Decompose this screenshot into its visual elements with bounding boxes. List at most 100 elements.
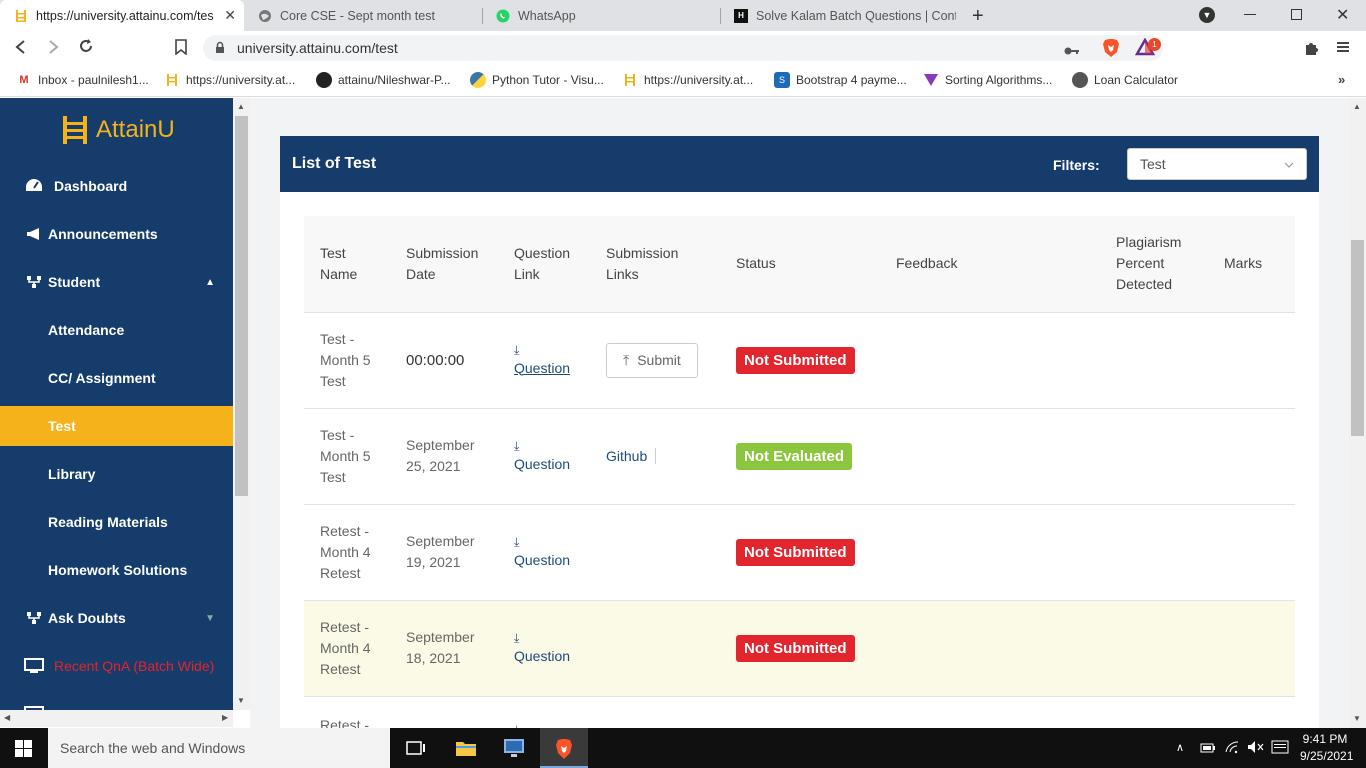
sidebar-item-label: Homework Solutions [48,562,188,578]
cell-status: Not Submitted [720,599,880,696]
volume-muted-icon[interactable] [1247,740,1265,759]
gmail-icon: M [19,74,29,86]
tab-search-icon[interactable]: ▼ [1199,7,1215,23]
scroll-right-icon[interactable]: ▶ [222,713,228,722]
status-badge: Not Submitted [736,634,855,662]
question-link[interactable]: Question [514,454,574,475]
tab-attainu[interactable]: https://university.attainu.com/tes ✕ [0,0,244,31]
forward-icon[interactable] [46,39,60,60]
cell-marks [1208,599,1295,696]
sidebar-item-test[interactable]: Test [0,406,233,446]
sidebar-item-recent-qna[interactable]: Recent QnA (Batch Wide) [0,646,233,686]
scroll-up-icon[interactable]: ▲ [1353,102,1361,111]
sidebar-item-attendance[interactable]: Attendance [0,310,233,350]
wifi-icon[interactable] [1224,740,1240,759]
attainu-logo-icon [60,114,90,151]
remote-desktop-icon[interactable] [502,737,526,764]
monitor-icon [24,656,44,676]
clock-time: 9:41 PM [1302,732,1348,746]
scrollbar-thumb[interactable] [235,116,248,496]
tab-whatsapp[interactable]: WhatsApp [482,0,720,31]
bookmark-attainu-1[interactable]: https://university.at... [164,72,295,88]
sorting-icon [923,72,939,88]
question-link[interactable]: Question [514,550,574,571]
bookmark-sorting[interactable]: Sorting Algorithms... [923,72,1052,88]
question-link[interactable]: Question [514,646,574,667]
sidebar-item-reading-materials[interactable]: Reading Materials [0,502,233,542]
upload-icon: ⤒ [623,351,630,368]
submit-button[interactable]: ⤒ Submit [606,342,698,378]
battery-icon[interactable] [1200,741,1216,759]
menu-icon[interactable] [1336,40,1350,59]
reload-icon[interactable] [78,38,94,59]
download-icon: ⤓ [514,630,520,645]
bookmark-label: Loan Calculator [1094,73,1179,87]
brave-shields-icon[interactable] [1102,38,1120,63]
bookmark-python-tutor[interactable]: Python Tutor - Visu... [470,72,604,88]
cell-submission-date: September 19, 2021 [390,503,498,600]
url-text[interactable]: university.attainu.com/test [237,40,398,56]
sidebar-item-label: Dashboard [54,178,128,194]
cell-marks [1208,503,1295,600]
sidebar-item-dashboard[interactable]: Dashboard [0,166,233,206]
file-explorer-icon[interactable] [455,739,477,762]
windows-start-icon[interactable] [15,740,32,762]
sidebar-item-student[interactable]: Student ▲ [0,262,233,302]
chevron-up-icon[interactable]: ∧ [1176,741,1184,754]
page-scrollbar[interactable]: ▲ ▼ [1349,98,1366,728]
tab-core-cse[interactable]: Core CSE - Sept month test [244,0,482,31]
back-icon[interactable] [14,39,28,60]
bookmark-gmail[interactable]: M Inbox - paulnilesh1... [16,72,148,88]
input-method-icon[interactable] [1271,740,1289,759]
question-link[interactable]: Question [514,358,574,379]
address-bar[interactable]: university.attainu.com/test [203,35,1163,61]
tab-title: Core CSE - Sept month test [280,8,435,23]
extensions-icon[interactable] [1304,40,1320,61]
megaphone-icon [24,224,44,244]
windows-taskbar: Search the web and Windows ∧ 9:41 PM 9/2… [0,728,1366,768]
bookmark-icon[interactable] [175,39,187,60]
scrollbar-thumb[interactable] [1351,240,1364,436]
restore-icon[interactable] [1291,9,1302,20]
cell-submission-links: ⤒ Submit [590,311,720,408]
card-body: Test Name Submission Date Question Link Sub… [280,192,1319,728]
clock[interactable]: 9:41 PM 9/25/2021 [1300,732,1353,763]
sidebar-item-homework-solutions[interactable]: Homework Solutions [0,550,233,590]
bookmark-loan[interactable]: Loan Calculator [1072,72,1178,88]
scroll-up-icon[interactable]: ▲ [237,102,245,111]
bookmark-github[interactable]: attainu/Nileshwar-P... [316,72,451,88]
sidebar-scrollbar[interactable]: ▲ ▼ [233,98,250,710]
bookmark-bootstrap[interactable]: S Bootstrap 4 payme... [774,72,907,88]
scroll-left-icon[interactable]: ◀ [4,713,10,722]
task-view-icon[interactable] [406,740,426,761]
sidebar-item-cc-assignment[interactable]: CC/ Assignment [0,358,233,398]
sidebar-item-ask-doubts[interactable]: Ask Doubts ▼ [0,598,233,638]
lock-icon[interactable] [215,41,225,59]
tab-solve-kalam[interactable]: H Solve Kalam Batch Questions | Contest [720,0,960,31]
filter-select[interactable]: Test [1127,148,1307,180]
col-header-submission-links: Submission Links [590,216,720,312]
more-bookmarks-icon[interactable]: » [1338,72,1345,87]
download-icon: ⤓ [514,342,520,357]
bookmark-label: https://university.at... [644,73,754,87]
github-link[interactable]: Github [606,447,657,464]
minimize-icon[interactable] [1244,14,1256,15]
taskbar-search[interactable]: Search the web and Windows [48,728,390,768]
close-window-icon[interactable]: ✕ [1336,5,1349,25]
bookmark-attainu-2[interactable]: https://university.at... [622,72,753,88]
sidebar-horizontal-scrollbar[interactable]: ◀ ▶ [0,710,233,727]
sidebar-item-label: Attendance [48,322,125,338]
cell-test-name: Test - Month 5 Test [304,407,390,504]
new-tab-icon[interactable]: + [972,5,984,28]
sidebar-item-partial[interactable] [0,694,233,710]
attainu-favicon-icon [622,72,638,88]
taskbar-brave-active[interactable] [540,728,588,768]
scroll-down-icon[interactable]: ▼ [237,696,245,705]
sidebar-item-announcements[interactable]: Announcements [0,214,233,254]
close-tab-icon[interactable]: ✕ [224,7,236,24]
key-icon[interactable] [1064,43,1080,61]
sidebar-item-library[interactable]: Library [0,454,233,494]
sidebar: AttainU Dashboard Announcements Student … [0,98,233,710]
scroll-down-icon[interactable]: ▼ [1353,714,1361,723]
chevron-down-icon: ▼ [205,612,215,624]
